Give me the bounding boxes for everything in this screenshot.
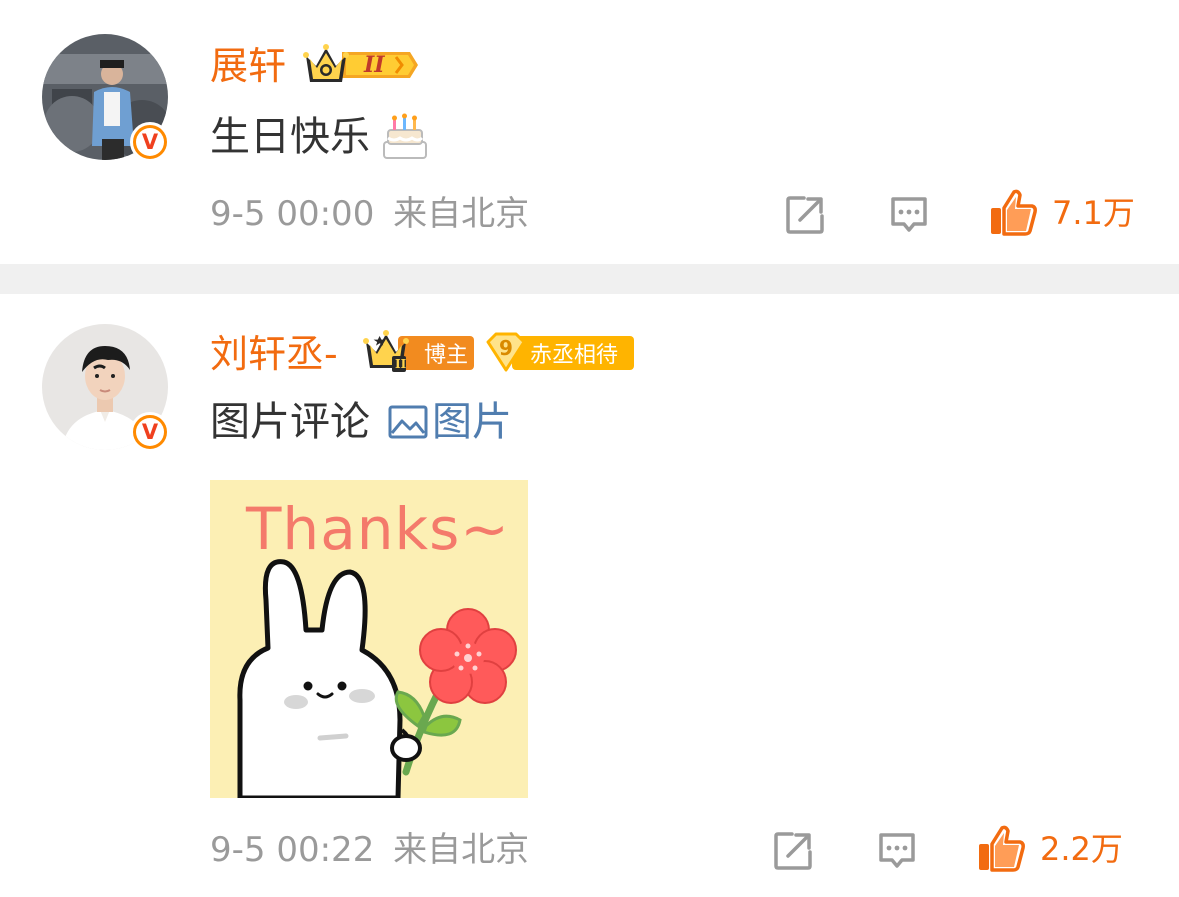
like-count: 7.1万 [1052,194,1135,232]
username[interactable]: 刘轩丞- [210,332,338,376]
image-link[interactable]: 图片 [388,398,512,446]
comment-text: 生日快乐 [210,114,370,160]
thumbs-up-icon [991,189,1037,236]
location: 来自北京 [393,194,530,234]
like-count: 2.2万 [1040,830,1123,868]
timestamp: 9-5 00:22 [210,830,375,870]
fan-group-badge: 赤丞相待 9 [484,330,636,374]
comment-text: 图片评论 [210,399,370,445]
comment-icon [879,833,915,868]
crown-level-badge: II [302,42,420,88]
role-tag-label: 博主 [423,343,468,368]
like-button[interactable]: 7.1万 [988,188,1135,238]
image-icon [388,405,428,439]
share-icon [786,196,824,234]
timestamp: 9-5 00:00 [210,194,375,234]
reply-button[interactable] [874,828,920,874]
blogger-badge: 博主 II [362,330,476,374]
crown-level-label: II [395,357,407,371]
sticker-text: Thanks~ [246,495,510,563]
like-button[interactable]: 2.2万 [976,824,1123,874]
username[interactable]: 展轩 [210,44,286,88]
share-icon [774,832,812,870]
thumbs-up-icon [979,825,1025,872]
fan-group-label: 赤丞相待 [530,343,619,368]
comment-item: V 展轩 II 生日快乐 9-5 00:00 来自北京 7.1万 [0,0,1179,262]
share-button[interactable] [770,828,816,874]
share-button[interactable] [782,192,828,238]
comment-icon [891,197,927,232]
verified-badge: V [130,412,170,452]
comment-item: V 刘轩丞- 博主 II 赤丞相待 9 图片评论 图片 Thanks~ 9-5 … [0,294,1179,897]
cake-emoji [380,112,430,162]
reply-button[interactable] [886,192,932,238]
section-divider [0,264,1179,294]
verified-badge: V [130,122,170,162]
fan-level: 9 [499,336,513,360]
location: 来自北京 [393,830,530,870]
comment-image[interactable]: Thanks~ [210,480,528,801]
crown-level-label: II [364,52,385,78]
